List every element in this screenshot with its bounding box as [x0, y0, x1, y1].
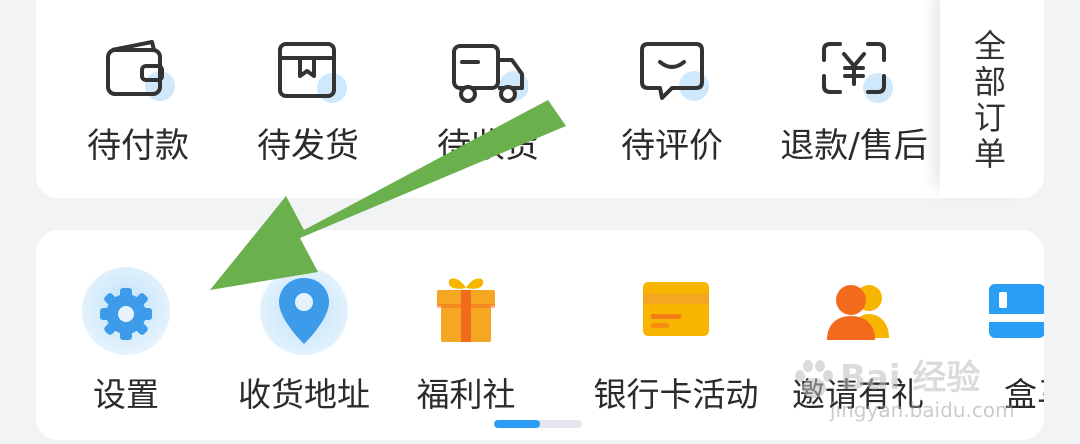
page-indicator [494, 420, 582, 428]
yuan-refund-icon [822, 42, 893, 103]
services-card: 设置 收货地址 福利社 银行卡活动 邀请有礼 盒 [36, 230, 1044, 440]
bank-card-icon [643, 282, 709, 336]
order-pending-review-label: 待评价 [621, 126, 723, 166]
delivery-truck-icon [452, 44, 528, 103]
service-bank-card-promo-label: 银行卡活动 [593, 375, 759, 414]
order-pending-review[interactable]: 待评价 [592, 0, 752, 166]
order-pending-receipt-label: 待收货 [437, 126, 539, 166]
order-pending-receipt[interactable]: 待收货 [408, 0, 568, 166]
all-orders-button[interactable]: 全部订单 [940, 0, 1044, 198]
invite-users-icon [827, 285, 889, 340]
gift-icon [437, 278, 495, 342]
order-pending-payment-label: 待付款 [87, 126, 189, 166]
wallet-icon [106, 40, 175, 101]
service-welfare-club-label: 福利社 [416, 375, 516, 414]
page-indicator-active [494, 420, 540, 428]
service-invite-reward[interactable]: 邀请有礼 [768, 260, 948, 430]
chat-review-icon [640, 42, 709, 101]
package-box-icon [278, 42, 347, 103]
service-welfare-club[interactable]: 福利社 [376, 260, 556, 430]
service-settings-label: 设置 [93, 375, 159, 414]
service-shipping-address-label: 收货地址 [238, 375, 370, 414]
service-settings[interactable]: 设置 [36, 260, 216, 430]
service-invite-reward-label: 邀请有礼 [792, 375, 924, 414]
order-refund-aftersale-label: 退款/售后 [780, 126, 928, 166]
location-pin-icon [260, 267, 348, 355]
order-pending-payment[interactable]: 待付款 [58, 0, 218, 166]
gear-icon [82, 267, 170, 355]
order-pending-shipment[interactable]: 待发货 [228, 0, 388, 166]
hema-store-icon [989, 284, 1044, 338]
all-orders-label: 全部订单 [974, 27, 1007, 173]
service-hema-label: 盒马 [1004, 375, 1044, 414]
order-status-card: 待付款 待发货 待收货 待评价 退款/售后 [36, 0, 1044, 198]
order-pending-shipment-label: 待发货 [257, 126, 359, 166]
order-refund-aftersale[interactable]: 退款/售后 [774, 0, 934, 166]
service-shipping-address[interactable]: 收货地址 [214, 260, 394, 430]
service-bank-card-promo[interactable]: 银行卡活动 [586, 260, 766, 430]
service-hema[interactable]: 盒马 [944, 260, 1044, 430]
